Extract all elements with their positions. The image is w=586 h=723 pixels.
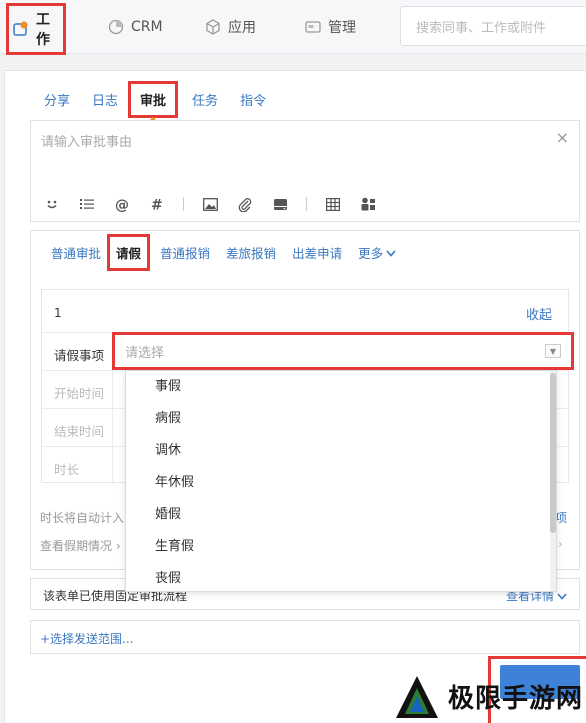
search-placeholder: 搜索同事、工作或附件: [416, 20, 547, 36]
image-icon[interactable]: [201, 195, 219, 213]
top-nav: 工作 CRM 应用 管理 搜索同事、工作或附件: [0, 0, 586, 55]
editor-toolbar: @ #: [31, 187, 579, 221]
subtab-more[interactable]: 更多: [358, 243, 396, 262]
search-input[interactable]: 搜索同事、工作或附件: [400, 6, 586, 46]
start-time-label: 开始时间: [54, 386, 105, 401]
cube-icon: [205, 19, 221, 35]
nav-work[interactable]: 工作: [6, 3, 66, 55]
dropdown-option[interactable]: 调休: [126, 435, 556, 467]
subtab-general-approval[interactable]: 普通审批: [51, 243, 101, 262]
watermark-text: 极限手游网: [448, 684, 584, 714]
tab-log[interactable]: 日志: [92, 90, 118, 109]
select-placeholder: 请选择: [125, 339, 559, 363]
hashtag-icon[interactable]: #: [148, 195, 166, 213]
watermark: 极限手游网: [394, 670, 586, 723]
select-placeholder-text: 请选择: [125, 345, 165, 361]
close-icon[interactable]: ×: [556, 128, 569, 147]
approval-type-tabs: 普通审批 请假 普通报销 差旅报销 出差申请 更多: [51, 231, 412, 273]
nav-admin-label: 管理: [328, 20, 356, 36]
svg-text:#: #: [151, 198, 163, 212]
dropdown-option[interactable]: 病假: [126, 403, 556, 435]
subtab-leave[interactable]: 请假: [107, 233, 151, 271]
nav-app[interactable]: 应用: [205, 0, 256, 54]
check-leave-link[interactable]: 查看假期情况 ›: [40, 537, 121, 554]
dropdown-option[interactable]: 丧假: [126, 563, 556, 591]
send-scope-field[interactable]: +选择发送范围...: [30, 620, 580, 654]
nav-crm-label: CRM: [131, 19, 163, 35]
nav-admin[interactable]: 管理: [305, 0, 356, 54]
leave-type-select[interactable]: 请选择 ▼: [112, 332, 574, 370]
chevron-right-icon: ›: [558, 537, 563, 551]
emoji-icon[interactable]: [43, 195, 61, 213]
drive-icon[interactable]: [271, 195, 289, 213]
subtab-more-label: 更多: [358, 245, 384, 261]
mention-icon[interactable]: @: [113, 195, 131, 213]
dropdown-scrollbar[interactable]: [550, 371, 556, 591]
watermark-logo-icon: [394, 674, 440, 720]
card-icon: [305, 19, 321, 35]
subtab-travel-reimbursement[interactable]: 差旅报销: [226, 243, 276, 262]
table-icon[interactable]: [324, 195, 342, 213]
row-number: 1: [54, 306, 62, 320]
nav-app-label: 应用: [228, 20, 256, 36]
work-icon: [13, 21, 29, 37]
people-icon[interactable]: [359, 195, 377, 213]
dropdown-arrow-icon[interactable]: ▼: [545, 344, 561, 358]
list-icon[interactable]: [78, 195, 96, 213]
pie-chart-icon: [108, 19, 124, 35]
scrollbar-thumb[interactable]: [550, 373, 556, 533]
subtab-business-trip[interactable]: 出差申请: [292, 243, 342, 262]
post-type-tabs: 分享 日志 审批 任务 指令: [44, 78, 288, 122]
attachment-icon[interactable]: [236, 195, 254, 213]
dropdown-option[interactable]: 事假: [126, 371, 556, 403]
leave-type-dropdown: 事假 病假 调休 年休假 婚假 生育假 丧假: [125, 370, 557, 592]
nav-crm[interactable]: CRM: [108, 0, 163, 54]
duration-label: 时长: [54, 462, 80, 477]
toolbar-divider: [306, 197, 307, 211]
svg-text:@: @: [115, 197, 129, 212]
auto-calc-note: 时长将自动计入: [40, 511, 125, 525]
dropdown-option[interactable]: 年休假: [126, 467, 556, 499]
chevron-down-icon: [557, 589, 567, 603]
send-scope-label: +选择发送范围...: [40, 632, 134, 646]
dropdown-option[interactable]: 婚假: [126, 499, 556, 531]
nav-work-label: 工作: [36, 12, 50, 48]
leave-type-label: 请假事项: [54, 348, 105, 363]
tab-share[interactable]: 分享: [44, 90, 70, 109]
chevron-down-icon: [386, 245, 396, 260]
approval-reason-editor[interactable]: 请输入审批事由 × @ #: [30, 120, 580, 222]
collapse-link[interactable]: 收起: [526, 304, 552, 323]
toolbar-divider: [183, 197, 184, 211]
tab-task[interactable]: 任务: [192, 90, 218, 109]
tab-command[interactable]: 指令: [240, 90, 266, 109]
tab-approval[interactable]: 审批: [128, 80, 179, 122]
end-time-label: 结束时间: [54, 424, 105, 439]
subtab-general-reimbursement[interactable]: 普通报销: [160, 243, 210, 262]
editor-placeholder: 请输入审批事由: [41, 135, 133, 150]
dropdown-option[interactable]: 生育假: [126, 531, 556, 563]
